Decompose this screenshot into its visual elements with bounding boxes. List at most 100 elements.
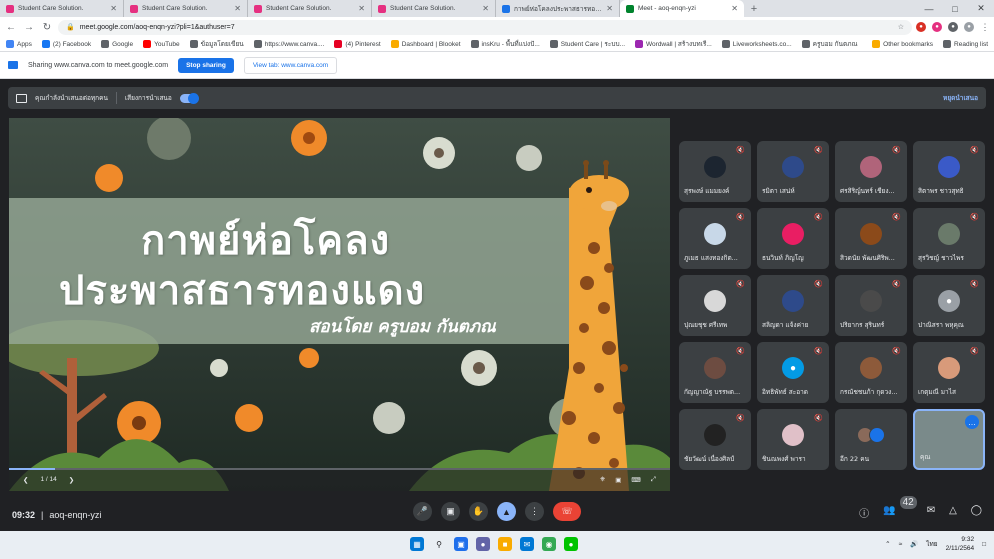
close-tab-icon[interactable]: ✕ xyxy=(110,4,117,13)
other-bookmarks[interactable]: Other bookmarks xyxy=(872,40,933,48)
wifi-icon[interactable]: ≈ xyxy=(899,541,903,548)
participant-tile[interactable]: 🔇 ธนวินท์ ภิญโญ xyxy=(757,208,829,269)
bookmark-item[interactable]: Apps xyxy=(6,39,32,49)
maximize-icon[interactable]: □ xyxy=(942,0,968,17)
participant-tile[interactable]: 🔇 ภูเมธ แสงทองกิต... xyxy=(679,208,751,269)
prev-slide-icon[interactable]: ❮ xyxy=(23,476,28,484)
participant-tile[interactable]: 🔇 ชัยวัฒน์ เนื่องศิลป์ xyxy=(679,409,751,470)
puzzle-icon[interactable]: ● xyxy=(948,22,958,32)
back-icon[interactable]: ← xyxy=(4,20,18,34)
task-view-icon[interactable]: ▣ xyxy=(454,537,468,551)
participant-tile[interactable]: 🔇 กรณัชชนก้า กุดวง... xyxy=(835,342,907,403)
close-window-icon[interactable]: ✕ xyxy=(968,0,994,17)
bookmark-item[interactable]: (2) Facebook xyxy=(41,39,91,49)
participant-tile[interactable]: 🔇 สิวดนัย พัฒนศิริพ... xyxy=(835,208,907,269)
bookmark-item[interactable]: https://www.canva.... xyxy=(253,39,324,49)
menu-dots-icon[interactable]: ⋮ xyxy=(980,22,990,32)
bookmark-item[interactable]: ข้อมูลโดยเขียน xyxy=(189,39,244,49)
bookmark-item[interactable]: Google xyxy=(101,39,133,49)
mail-icon[interactable]: ✉ xyxy=(520,537,534,551)
extension-icon[interactable]: ● xyxy=(916,22,926,32)
browser-tab[interactable]: Meet - aoq-enqn-yzi ✕ xyxy=(620,0,744,17)
forward-icon[interactable]: → xyxy=(22,20,36,34)
taskbar-clock[interactable]: 9:32 2/11/2564 xyxy=(946,535,974,553)
keyboard-language[interactable]: ไทย xyxy=(926,539,937,549)
more-options-icon[interactable]: ⋮ xyxy=(525,502,544,521)
meeting-details-icon[interactable]: ⓘ xyxy=(859,505,869,520)
line-icon[interactable]: ● xyxy=(564,537,578,551)
reload-icon[interactable]: ↻ xyxy=(40,20,54,34)
participant-tile[interactable]: 🔇 สุรพงษ์ แมมยงค์ xyxy=(679,141,751,202)
extension-icon[interactable]: ● xyxy=(932,22,942,32)
activities-icon[interactable]: △ xyxy=(949,505,957,520)
profile-avatar[interactable]: ● xyxy=(964,22,974,32)
participant-tile[interactable]: 🔇 ● อิทธิพัทธ์ สะอาด xyxy=(757,342,829,403)
participant-tile[interactable]: 🔇 ศรสิริญ์นทร์ เชียง... xyxy=(835,141,907,202)
new-tab-button[interactable]: + xyxy=(744,0,764,17)
stop-sharing-button[interactable]: Stop sharing xyxy=(178,57,234,73)
search-icon[interactable]: ⚲ xyxy=(432,537,446,551)
teams-icon[interactable]: ● xyxy=(476,537,490,551)
browser-tab[interactable]: กาพย์ห่อโคลงประพาสธารทองแดง ✕ xyxy=(496,0,620,17)
participant-tile[interactable]: 🔇 รมิตา เสน่ห์ xyxy=(757,141,829,202)
tray-chevron-icon[interactable]: ⌃ xyxy=(885,540,890,548)
close-tab-icon[interactable]: ✕ xyxy=(731,4,738,13)
present-now-icon[interactable]: ▲ xyxy=(497,502,516,521)
participant-tile[interactable]: 🔇 สลิญดา แจ้งค่าย xyxy=(757,275,829,336)
minimize-icon[interactable]: — xyxy=(916,0,942,17)
bookmark-item[interactable]: Liveworksheets.co... xyxy=(721,39,792,49)
bookmark-item[interactable]: ครูบอม กันตภณ xyxy=(801,39,858,49)
audio-toggle[interactable] xyxy=(179,92,199,104)
notes-icon[interactable]: ▣ xyxy=(615,476,621,484)
self-video-tile[interactable]: … คุณ xyxy=(913,409,985,470)
participant-tile[interactable]: 🔇 ● ปาณิสรา พหุคุณ xyxy=(913,275,985,336)
participant-tile[interactable]: 🔇 ปริยากร สุรินทร์ xyxy=(835,275,907,336)
lock-icon[interactable]: 🔒 xyxy=(66,23,75,31)
meeting-code[interactable]: aoq-enqn-yzi xyxy=(49,510,101,520)
browser-tab[interactable]: Student Care Solution. ✕ xyxy=(248,0,372,17)
participant-tile[interactable]: 🔇 ปุณยชุช ศรีเทพ xyxy=(679,275,751,336)
camera-icon[interactable]: ▣ xyxy=(441,502,460,521)
fullscreen-icon[interactable]: ⤢ xyxy=(651,476,656,484)
end-call-icon[interactable]: ☏ xyxy=(553,502,581,521)
microphone-icon[interactable]: 🎤 xyxy=(413,502,432,521)
participant-tile[interactable]: 🔇 สุรวิชญ์ ชาวไพร xyxy=(913,208,985,269)
bookmark-item[interactable]: (4) Pinterest xyxy=(334,39,381,49)
notifications-icon[interactable]: □ xyxy=(982,541,986,548)
chat-icon[interactable]: ✉ xyxy=(927,505,935,520)
browser-tab[interactable]: Student Care Solution. ✕ xyxy=(124,0,248,17)
close-tab-icon[interactable]: ✕ xyxy=(358,4,365,13)
bookmark-item[interactable]: Dashboard | Blooket xyxy=(390,39,461,49)
browser-tab[interactable]: Student Care Solution. ✕ xyxy=(372,0,496,17)
volume-icon[interactable]: 🔊 xyxy=(910,540,918,548)
participant-tile[interactable]: 🔇 สิตาพร ชาวสุทธิ xyxy=(913,141,985,202)
start-icon[interactable]: ▦ xyxy=(410,537,424,551)
participant-tile[interactable]: 🔇 เกตุมณี มาไส xyxy=(913,342,985,403)
file-explorer-icon[interactable]: ■ xyxy=(498,537,512,551)
bookmark-item[interactable]: insKru - พื้นที่แบ่งปั... xyxy=(470,39,540,49)
keyboard-icon[interactable]: ⌨ xyxy=(631,476,640,484)
close-tab-icon[interactable]: ✕ xyxy=(482,4,489,13)
participant-tile[interactable]: 🔇 กัญญาณัฐ บรรพต... xyxy=(679,342,751,403)
more-options-icon[interactable]: … xyxy=(965,415,979,429)
next-slide-icon[interactable]: ❯ xyxy=(69,476,74,484)
view-tab-button[interactable]: View tab: www.canva.com xyxy=(243,56,338,74)
audio-wave-icon[interactable]: ⎈ xyxy=(600,476,605,484)
bookmark-star-icon[interactable]: ☆ xyxy=(898,23,904,31)
browser-tab[interactable]: Student Care Solution. ✕ xyxy=(0,0,124,17)
bookmark-item[interactable]: Wordwall | สร้างบทเรี... xyxy=(635,39,712,49)
stop-presenting-button[interactable]: หยุดนำเสนอ xyxy=(943,93,978,103)
people-icon[interactable]: 👥42 xyxy=(883,496,917,520)
reading-list[interactable]: Reading list xyxy=(943,40,988,48)
bookmark-item[interactable]: YouTube xyxy=(143,39,180,49)
bookmark-item[interactable]: Student Care | ระบบ... xyxy=(549,39,625,49)
more-participants-tile[interactable]: อีก 22 คน xyxy=(835,409,907,470)
close-tab-icon[interactable]: ✕ xyxy=(606,4,613,13)
raise-hand-icon[interactable]: ✋ xyxy=(469,502,488,521)
close-tab-icon[interactable]: ✕ xyxy=(234,4,241,13)
address-bar[interactable]: 🔒 meet.google.com/aoq-enqn-yzi?pli=1&aut… xyxy=(58,19,912,35)
participant-avatar xyxy=(704,223,726,245)
chrome-icon[interactable]: ◉ xyxy=(542,537,556,551)
host-controls-icon[interactable]: ◯ xyxy=(971,505,982,520)
participant-tile[interactable]: 🔇 ชินณพงศ์ พารา xyxy=(757,409,829,470)
